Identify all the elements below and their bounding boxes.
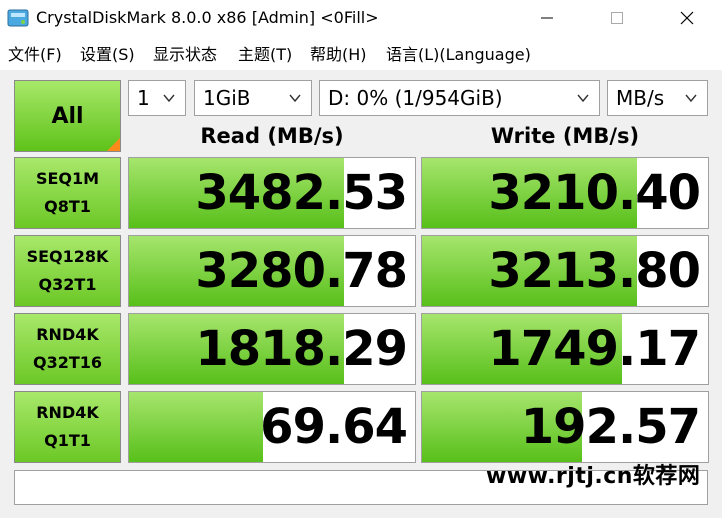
write-value: 3213.80 [488, 243, 701, 299]
write-result-cell: 1749.17 [421, 313, 709, 385]
write-value: 1749.17 [488, 321, 701, 377]
row-label-line1: RND4K [36, 403, 99, 422]
chevron-down-icon [289, 94, 301, 103]
test-seq128k-button[interactable]: SEQ128K Q32T1 [14, 235, 121, 307]
write-result-cell: 192.57 [421, 391, 709, 463]
chevron-down-icon [577, 94, 589, 103]
row-label-line2: Q32T1 [38, 275, 97, 294]
all-button[interactable]: All [14, 80, 121, 152]
corner-accent [107, 138, 120, 151]
maximize-button[interactable] [590, 0, 644, 36]
read-value: 69.64 [260, 399, 408, 455]
read-result-cell: 3280.78 [128, 235, 416, 307]
watermark: www.rjtj.cn软荐网 [486, 464, 701, 489]
read-progress-bar [129, 392, 264, 462]
test-rnd4k-q32t16-button[interactable]: RND4K Q32T16 [14, 313, 121, 385]
menu-theme[interactable]: 主题(T) [238, 41, 292, 65]
write-value: 3210.40 [488, 165, 701, 221]
write-column-header: Write (MB/s) [490, 124, 640, 148]
minimize-button[interactable] [520, 0, 574, 36]
read-result-cell: 69.64 [128, 391, 416, 463]
test-rnd4k-q1t1-button[interactable]: RND4K Q1T1 [14, 391, 121, 463]
minimize-icon [541, 17, 553, 19]
test-count-select[interactable]: 1 [128, 80, 186, 116]
write-value: 192.57 [520, 399, 701, 455]
menu-settings[interactable]: 设置(S) [80, 41, 135, 65]
row-label-line1: RND4K [36, 325, 99, 344]
test-size-value: 1GiB [203, 86, 251, 110]
write-result-cell: 3213.80 [421, 235, 709, 307]
menu-bar: 文件(F) 设置(S) 显示状态 主题(T) 帮助(H) 语言(L)(Langu… [0, 37, 722, 67]
row-label-line1: SEQ1M [35, 169, 100, 188]
close-icon [680, 11, 694, 25]
read-value: 3482.53 [195, 165, 408, 221]
read-result-cell: 3482.53 [128, 157, 416, 229]
test-size-select[interactable]: 1GiB [194, 80, 312, 116]
drive-value: D: 0% (1/954GiB) [328, 86, 503, 110]
maximize-icon [611, 12, 623, 24]
chevron-down-icon [685, 94, 697, 103]
row-label-line2: Q32T16 [32, 353, 103, 372]
drive-select[interactable]: D: 0% (1/954GiB) [319, 80, 600, 116]
read-column-header: Read (MB/s) [200, 124, 344, 148]
all-button-label: All [51, 103, 84, 129]
title-bar: CrystalDiskMark 8.0.0 x86 [Admin] <0Fill… [0, 0, 722, 36]
menu-help[interactable]: 帮助(H) [310, 41, 367, 65]
row-label-line1: SEQ128K [26, 247, 109, 266]
read-value: 3280.78 [195, 243, 408, 299]
menu-file[interactable]: 文件(F) [8, 41, 62, 65]
crystaldiskmark-disk-icon [7, 9, 29, 27]
write-result-cell: 3210.40 [421, 157, 709, 229]
row-label-line2: Q8T1 [44, 197, 91, 216]
window-title: CrystalDiskMark 8.0.0 x86 [Admin] <0Fill… [36, 8, 379, 27]
row-label-line2: Q1T1 [44, 431, 91, 450]
unit-value: MB/s [616, 86, 665, 110]
read-result-cell: 1818.29 [128, 313, 416, 385]
close-button[interactable] [660, 0, 714, 36]
menu-display-status[interactable]: 显示状态 [153, 41, 217, 65]
read-value: 1818.29 [195, 321, 408, 377]
test-seq1m-button[interactable]: SEQ1M Q8T1 [14, 157, 121, 229]
chevron-down-icon [163, 94, 175, 103]
unit-select[interactable]: MB/s [607, 80, 708, 116]
menu-language[interactable]: 语言(L)(Language) [386, 41, 531, 65]
test-count-value: 1 [137, 86, 150, 110]
